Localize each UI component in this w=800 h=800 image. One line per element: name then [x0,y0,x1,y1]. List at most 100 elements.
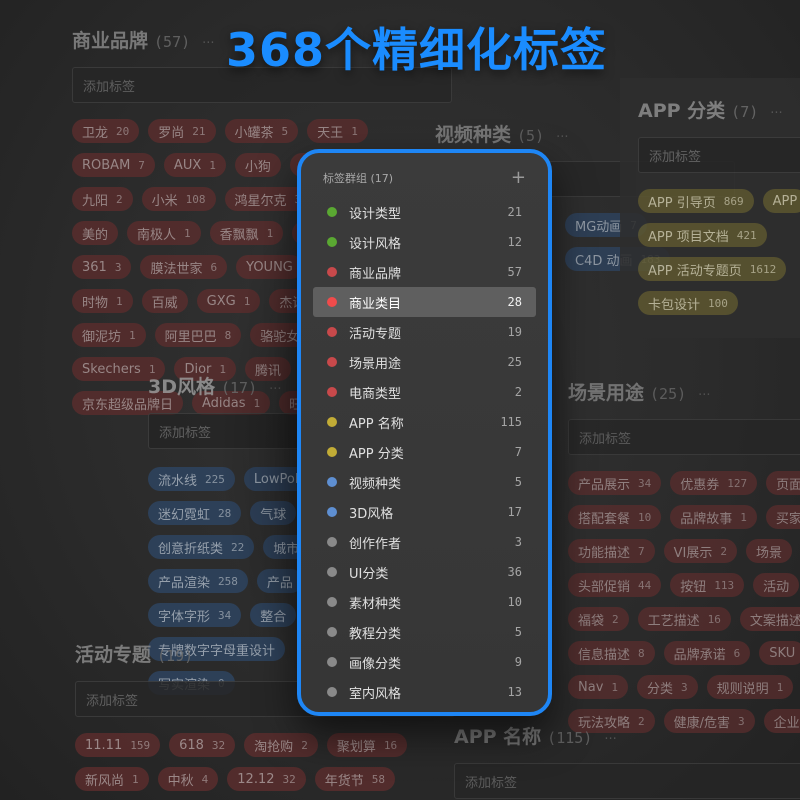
group-item[interactable]: APP 名称 115 [313,407,536,437]
tag-chip[interactable]: 阿里巴巴 8 [154,323,242,347]
tag-chip[interactable]: 聚划算 16 [326,733,408,757]
tag-chip[interactable]: 罗尚 21 [148,119,216,143]
tag-chip[interactable]: 膜法世家 6 [140,255,228,279]
tag-chip[interactable]: APP 引导页 869 [638,189,754,213]
tag-label: 鸿星尔克 [234,193,287,209]
tag-chip[interactable]: 买家秀 [765,505,800,529]
tag-chip[interactable]: APP 活动专题页 1612 [638,257,787,281]
tag-chip[interactable]: 品牌承诺 6 [663,641,751,665]
tag-count: 2 [720,544,727,558]
tag-chip[interactable]: 11.11 159 [75,733,161,757]
tag-chip[interactable]: Nav 1 [568,675,629,699]
tag-chip[interactable]: APP [762,189,800,213]
tag-chip[interactable]: 字体字形 34 [148,603,242,627]
tag-chip[interactable]: 天王 1 [307,119,368,143]
more-icon[interactable]: ··· [556,130,568,145]
group-item[interactable]: 设计类型 21 [313,197,536,227]
tag-label: 页面 [776,477,800,493]
tag-chip[interactable]: 文案描述 [739,607,800,631]
tag-chip[interactable]: 御泥坊 1 [72,323,146,347]
add-group-icon[interactable]: + [511,169,526,187]
tag-chip[interactable]: 小狗 [234,153,281,177]
tag-chip[interactable]: 小罐茶 5 [224,119,299,143]
tag-chip[interactable]: 九阳 2 [72,187,133,211]
add-tag-input[interactable]: 添加标签 [148,413,318,449]
tag-chip[interactable]: 产品 [256,569,303,593]
group-item[interactable]: 商业类目 28 [313,287,536,317]
tag-chip[interactable]: 年货节 58 [314,767,396,791]
group-item[interactable]: 设计风格 12 [313,227,536,257]
add-tag-input[interactable]: 添加标签 [568,419,800,455]
more-icon[interactable]: ··· [770,106,782,121]
group-item[interactable]: 商业品牌 57 [313,257,536,287]
tag-chip[interactable]: 南极人 1 [127,221,201,245]
more-icon[interactable]: ··· [202,36,214,51]
tag-chip[interactable]: 场景 [746,539,793,563]
tag-chip[interactable]: 淘抢购 2 [244,733,318,757]
tag-chip[interactable]: ROBAM 7 [72,153,155,177]
tag-chip[interactable]: 工艺描述 16 [637,607,731,631]
panel-title: 3D风格 [148,376,215,398]
group-item[interactable]: 活动专题 19 [313,317,536,347]
group-label: 创作作者 [349,536,402,552]
group-label: 商业类目 [349,296,402,312]
tag-chip[interactable]: YOUNG [236,255,303,279]
group-item[interactable]: UI分类 36 [313,557,536,587]
tag-chip[interactable]: 卡包设计 100 [638,291,738,315]
tag-chip[interactable]: VI展示 2 [663,539,737,563]
group-item[interactable]: 场景用途 25 [313,347,536,377]
tag-chip[interactable]: 创意折纸类 22 [148,535,255,559]
more-icon[interactable]: ··· [604,732,616,747]
tag-chip[interactable]: 规则说明 1 [706,675,794,699]
tag-chip[interactable]: 功能描述 7 [568,539,655,563]
tag-count: 3 [114,260,122,274]
tag-chip[interactable]: 迷幻霓虹 28 [148,501,242,525]
tag-chip[interactable]: 信息描述 8 [568,641,655,665]
tag-chip[interactable]: 头部促销 44 [568,573,662,597]
tag-label: 天王 [317,125,344,141]
tag-chip[interactable]: 中秋 4 [157,767,219,791]
tag-chip[interactable]: 活动 [753,573,800,597]
group-item[interactable]: 室内风格 13 [313,677,536,707]
tag-chip[interactable]: 618 32 [169,733,236,757]
more-icon[interactable]: ··· [698,388,710,403]
group-item[interactable]: APP 分类 7 [313,437,536,467]
tag-chip[interactable]: 香飘飘 1 [209,221,284,245]
add-tag-input[interactable]: 添加标签 [454,763,800,799]
group-item[interactable]: 电商类型 2 [313,377,536,407]
add-tag-input[interactable]: 添加标签 [638,137,800,173]
tag-chip[interactable]: 品牌故事 1 [670,505,757,529]
tag-chip[interactable]: 小米 108 [141,187,216,211]
tag-chip[interactable]: SKU [759,641,800,665]
tag-chip[interactable]: APP 项目文档 421 [638,223,767,247]
tag-chip[interactable]: 搭配套餐 10 [568,505,662,529]
tag-chip[interactable]: 时物 1 [72,289,133,313]
tag-chip[interactable]: 流水线 225 [148,467,235,491]
tag-chip[interactable]: 优惠券 127 [670,471,758,495]
tag-chip[interactable]: 12.12 32 [227,767,306,791]
tag-chip[interactable]: 按钮 113 [670,573,745,597]
group-item[interactable]: 3D风格 17 [313,497,536,527]
tag-chip[interactable]: 气球 [250,501,297,525]
tag-chip[interactable]: 卫龙 20 [72,119,140,143]
group-item[interactable]: 素材种类 10 [313,587,536,617]
more-icon[interactable]: ··· [269,382,281,397]
tag-chip[interactable]: 新风尚 1 [75,767,149,791]
tag-chip[interactable]: 整合 [250,603,297,627]
tag-chip[interactable]: 福袋 2 [568,607,629,631]
tag-label: 品牌故事 [680,511,733,527]
tag-chip[interactable]: 产品渲染 258 [148,569,248,593]
tag-chip[interactable]: 361 3 [72,255,132,279]
tag-chip[interactable]: 分类 3 [637,675,698,699]
tag-chip[interactable]: 百威 [141,289,188,313]
tag-chip[interactable]: AUX 1 [163,153,226,177]
tag-chip[interactable]: 页面 [766,471,800,495]
tag-chip[interactable]: 美的 [72,221,119,245]
group-count: 10 [507,595,522,609]
tag-chip[interactable]: GXG 1 [196,289,261,313]
group-item[interactable]: 画像分类 9 [313,647,536,677]
group-item[interactable]: 视频种类 5 [313,467,536,497]
tag-chip[interactable]: 产品展示 34 [568,471,662,495]
group-item[interactable]: 创作作者 3 [313,527,536,557]
group-item[interactable]: 教程分类 5 [313,617,536,647]
